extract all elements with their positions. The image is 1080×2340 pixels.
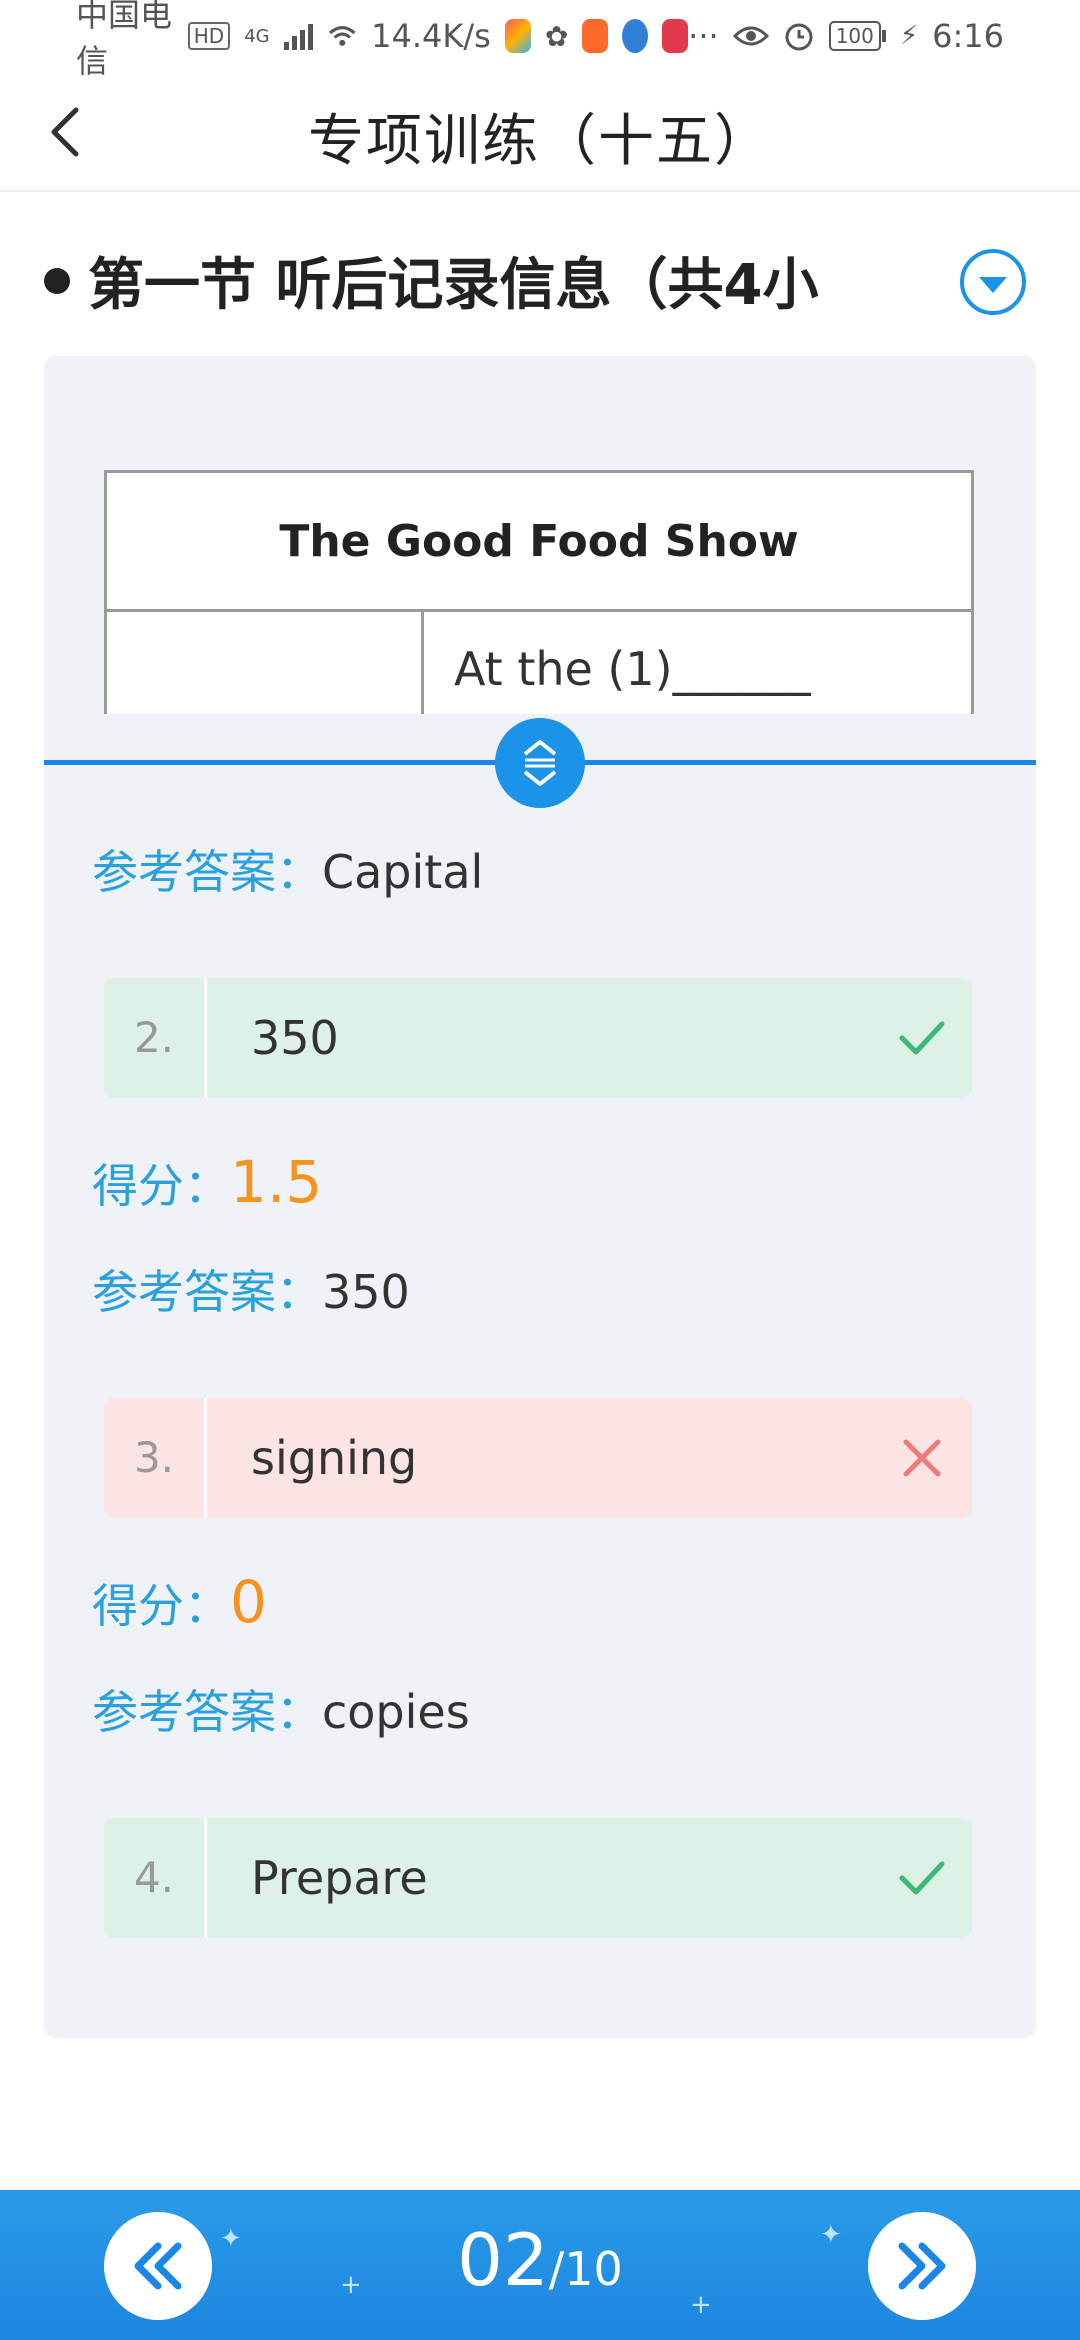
- network-speed: 14.4K/s: [371, 17, 491, 55]
- signal-icon: [283, 22, 313, 50]
- alarm-icon: [785, 23, 813, 51]
- answer-number: 2.: [104, 978, 207, 1098]
- passage-table: The Good Food Show At the (1)______: [104, 470, 974, 714]
- status-left: 中国电信 HD 4G 14.4K/s ✿: [76, 0, 689, 82]
- answer-number: 4.: [104, 1818, 207, 1938]
- battery-level: 100: [828, 21, 881, 51]
- reference-label: 参考答案：: [92, 845, 322, 899]
- score-label: 得分：: [92, 1579, 230, 1633]
- reference-label: 参考答案：: [92, 1265, 322, 1319]
- section-heading: 第一节 听后记录信息（共4小: [44, 240, 874, 321]
- checkmark-icon: [899, 1861, 945, 1895]
- answer-number: 3.: [104, 1398, 207, 1518]
- eye-icon: [732, 26, 769, 46]
- score-2: 得分：1.5: [92, 1148, 322, 1216]
- reference-answer-1: 参考答案：Capital: [92, 836, 483, 902]
- status-bar: 中国电信 HD 4G 14.4K/s ✿ ··· 100 ⚡ 6:16: [0, 0, 1080, 80]
- current-page: 02: [457, 2218, 549, 2302]
- bug-icon: ✿: [544, 19, 569, 53]
- top-navigation-bar: 专项训练（十五）: [0, 72, 1080, 192]
- table-cell-blank-1: At the (1)______: [421, 609, 974, 714]
- weibo-notification-icon: [582, 19, 609, 53]
- wifi-icon: [328, 26, 356, 46]
- app-notification-icon: [504, 19, 531, 53]
- section-title: 第一节 听后记录信息（共4小: [88, 253, 819, 318]
- total-pages: 10: [564, 2242, 623, 2296]
- table-cell-empty: [104, 609, 424, 714]
- reference-label: 参考答案：: [92, 1685, 322, 1739]
- score-label: 得分：: [92, 1159, 230, 1213]
- cross-icon: [903, 1439, 941, 1477]
- reference-value: copies: [322, 1685, 470, 1739]
- answer-row-2: 2. 350: [104, 978, 972, 1098]
- book-notification-icon: [662, 19, 689, 53]
- more-notifications: ···: [688, 17, 719, 55]
- status-right: ··· 100 ⚡ 6:16: [688, 17, 1004, 55]
- bottom-pager-bar: ✦ + + ✦ 02/10: [0, 2190, 1080, 2340]
- double-chevron-right-icon[interactable]: [868, 2212, 976, 2320]
- clock-time: 6:16: [932, 17, 1004, 55]
- drag-handle-icon[interactable]: [495, 718, 585, 808]
- score-value: 0: [230, 1568, 267, 1636]
- battery-icon: 100: [828, 21, 886, 51]
- carrier-label: 中国电信: [76, 0, 173, 80]
- reference-value: 350: [322, 1265, 410, 1319]
- reference-value: Capital: [322, 845, 484, 899]
- reference-answer-2: 参考答案：350: [92, 1256, 410, 1322]
- bank-notification-icon: [622, 19, 649, 53]
- bullet-icon: [44, 267, 70, 294]
- passage-panel[interactable]: The Good Food Show At the (1)______: [104, 470, 974, 714]
- score-value: 1.5: [230, 1148, 323, 1216]
- hd-badge: HD: [187, 22, 231, 50]
- reference-answer-3: 参考答案：copies: [92, 1676, 470, 1742]
- checkmark-icon: [899, 1021, 945, 1055]
- answer-response: 350: [251, 1011, 339, 1065]
- charging-icon: ⚡: [899, 21, 919, 51]
- answer-row-3: 3. signing: [104, 1398, 972, 1518]
- page-title: 专项训练（十五）: [308, 109, 772, 174]
- caret-down-circle-icon[interactable]: [958, 247, 1028, 317]
- answer-response: Prepare: [251, 1851, 428, 1905]
- network-type: 4G: [244, 25, 270, 47]
- page-separator: /: [548, 2242, 565, 2296]
- score-3: 得分：0: [92, 1568, 267, 1636]
- table-title: The Good Food Show: [104, 470, 974, 612]
- answer-response: signing: [251, 1431, 418, 1485]
- answer-row-4: 4. Prepare: [104, 1818, 972, 1938]
